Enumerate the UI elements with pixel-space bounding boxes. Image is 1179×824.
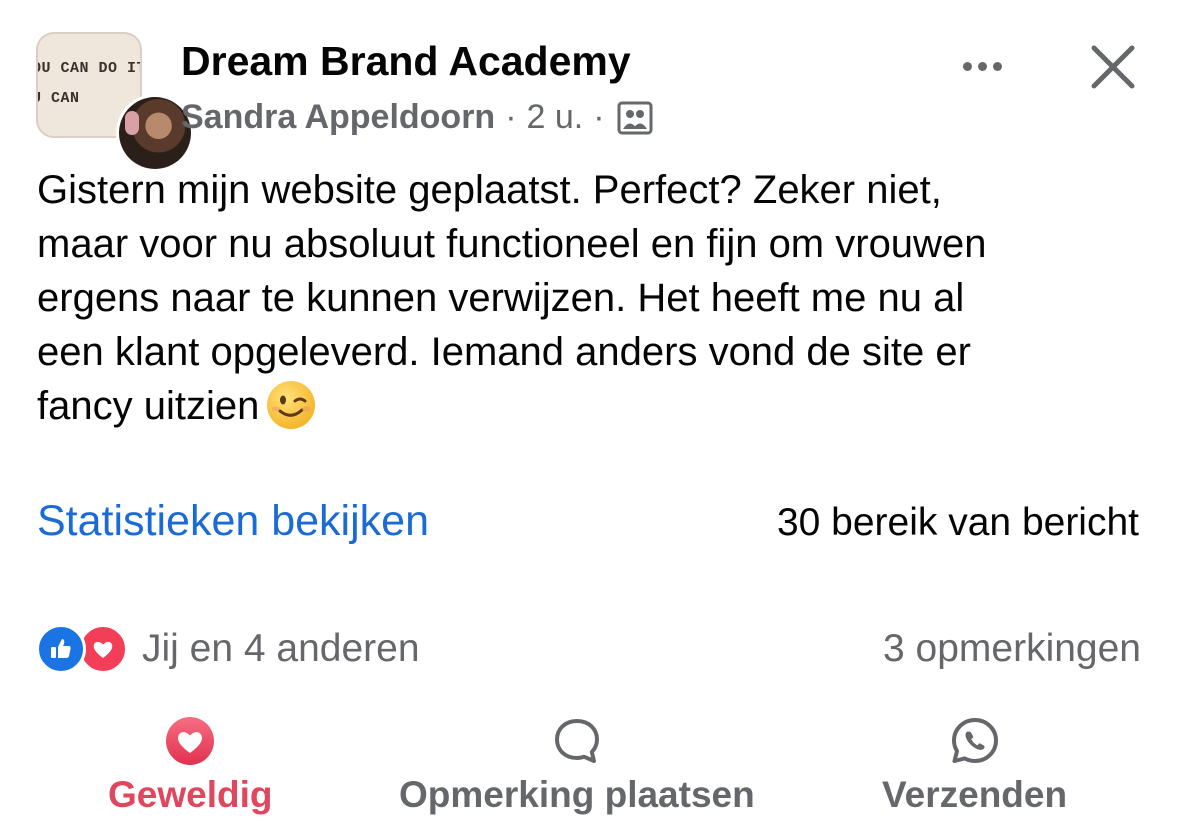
avatar-text-line2: U CAN xyxy=(36,90,80,107)
avatar-stack[interactable]: OU CAN DO IT U CAN xyxy=(36,32,194,172)
comments-count[interactable]: 3 opmerkingen xyxy=(883,627,1141,671)
more-dot xyxy=(977,61,987,71)
meta-separator: · xyxy=(593,98,605,136)
love-label: Geweldig xyxy=(108,774,273,815)
like-reaction-icon xyxy=(36,624,86,674)
post-text-line: fancy uitzien xyxy=(37,384,260,428)
post-text-line: maar voor nu absoluut functioneel en fij… xyxy=(37,222,987,266)
post-reach: 30 bereik van bericht xyxy=(776,501,1139,544)
comment-icon xyxy=(554,719,599,763)
send-button[interactable]: Verzenden xyxy=(882,716,1067,816)
post-time[interactable]: 2 u. xyxy=(527,98,584,137)
more-dot xyxy=(992,61,1002,71)
group-name[interactable]: Dream Brand Academy xyxy=(181,38,631,85)
reactions-text[interactable]: Jij en 4 anderen xyxy=(142,627,420,671)
more-options-button[interactable] xyxy=(950,42,1014,90)
view-insights-link[interactable]: Statistieken bekijken xyxy=(37,497,429,546)
post-card: OU CAN DO IT U CAN Dream Brand Academy S… xyxy=(0,0,1179,824)
group-members-icon xyxy=(617,101,653,135)
reactions-summary[interactable]: Jij en 4 anderen xyxy=(36,624,420,674)
post-meta: Sandra Appeldoorn · 2 u. · xyxy=(181,98,653,137)
post-text-line: Gistern mijn website geplaatst. Perfect?… xyxy=(37,168,942,212)
author-name[interactable]: Sandra Appeldoorn xyxy=(181,98,495,137)
send-label: Verzenden xyxy=(882,774,1068,815)
avatar-text-line1: OU CAN DO IT xyxy=(36,60,142,77)
close-icon xyxy=(1091,45,1135,89)
post-text-line: een klant opgeleverd. Iemand anders vond… xyxy=(37,330,971,374)
close-button[interactable] xyxy=(1082,36,1144,98)
love-button[interactable]: Geweldig xyxy=(108,716,272,816)
comment-button[interactable]: Opmerking plaatsen xyxy=(399,716,755,816)
more-dots-icon xyxy=(962,61,972,71)
meta-separator: · xyxy=(505,98,517,136)
comment-label: Opmerking plaatsen xyxy=(399,774,755,815)
whatsapp-icon xyxy=(951,718,998,763)
winking-face-emoji xyxy=(267,381,316,429)
post-text-last-line: fancy uitzien xyxy=(37,379,1152,433)
post-text-line: ergens naar te kunnen verwijzen. Het hee… xyxy=(37,276,965,320)
love-icon xyxy=(166,717,215,765)
post-text: Gistern mijn website geplaatst. Perfect?… xyxy=(37,163,1152,433)
